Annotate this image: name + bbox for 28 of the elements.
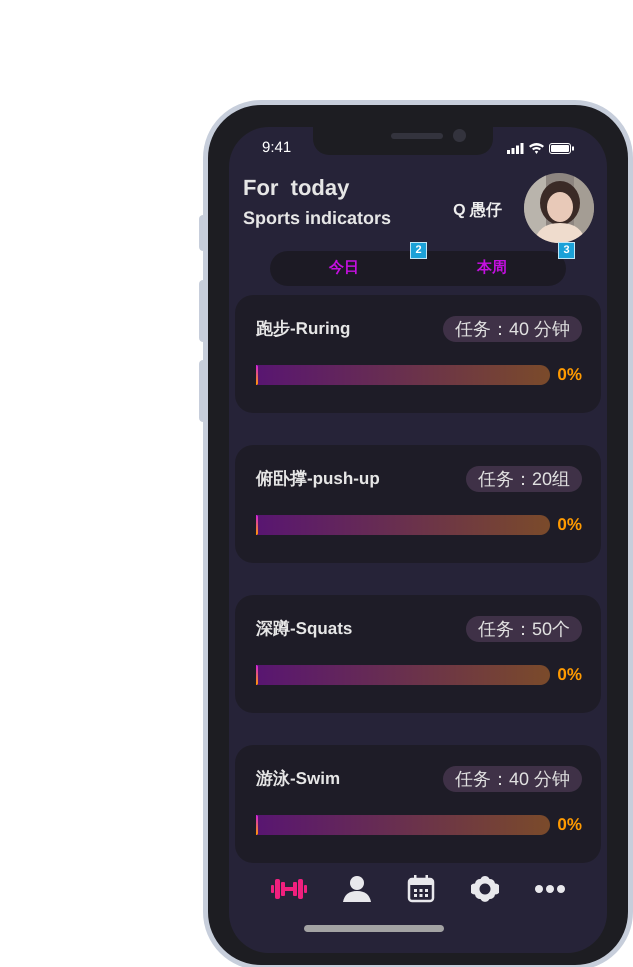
page-title: For today <box>243 174 350 202</box>
progress-percent: 0% <box>557 814 582 836</box>
user-name: Q 愚仔 <box>453 201 502 221</box>
task-goal: 任务：40 分钟 <box>442 766 582 792</box>
task-name: 游泳-Swim <box>256 768 340 790</box>
person-icon[interactable] <box>343 876 371 902</box>
marker-badge: 3 <box>558 242 575 259</box>
marker-badge: 2 <box>410 242 427 259</box>
task-name: 深蹲-Squats <box>256 618 352 640</box>
status-time: 9:41 <box>262 138 292 158</box>
dumbbell-icon[interactable] <box>271 877 307 901</box>
task-goal: 任务：40 分钟 <box>442 316 582 342</box>
page-subtitle: Sports indicators <box>243 207 392 230</box>
more-icon[interactable] <box>535 884 565 894</box>
calendar-icon[interactable] <box>407 875 435 903</box>
task-goal: 任务：20组 <box>466 466 582 492</box>
task-name: 俯卧撑-push-up <box>256 468 380 490</box>
wifi-icon <box>529 142 544 154</box>
task-goal: 任务：50个 <box>466 616 582 642</box>
tab[interactable]: 今日 <box>325 257 363 280</box>
progress-percent: 0% <box>557 664 582 686</box>
tab[interactable]: 本周 <box>473 257 511 280</box>
battery-icon <box>549 142 574 154</box>
gear-icon[interactable] <box>471 875 499 903</box>
signal-icon <box>507 142 524 154</box>
task-name: 跑步-Ruring <box>256 318 350 340</box>
progress-percent: 0% <box>557 364 582 386</box>
progress-percent: 0% <box>557 514 582 536</box>
